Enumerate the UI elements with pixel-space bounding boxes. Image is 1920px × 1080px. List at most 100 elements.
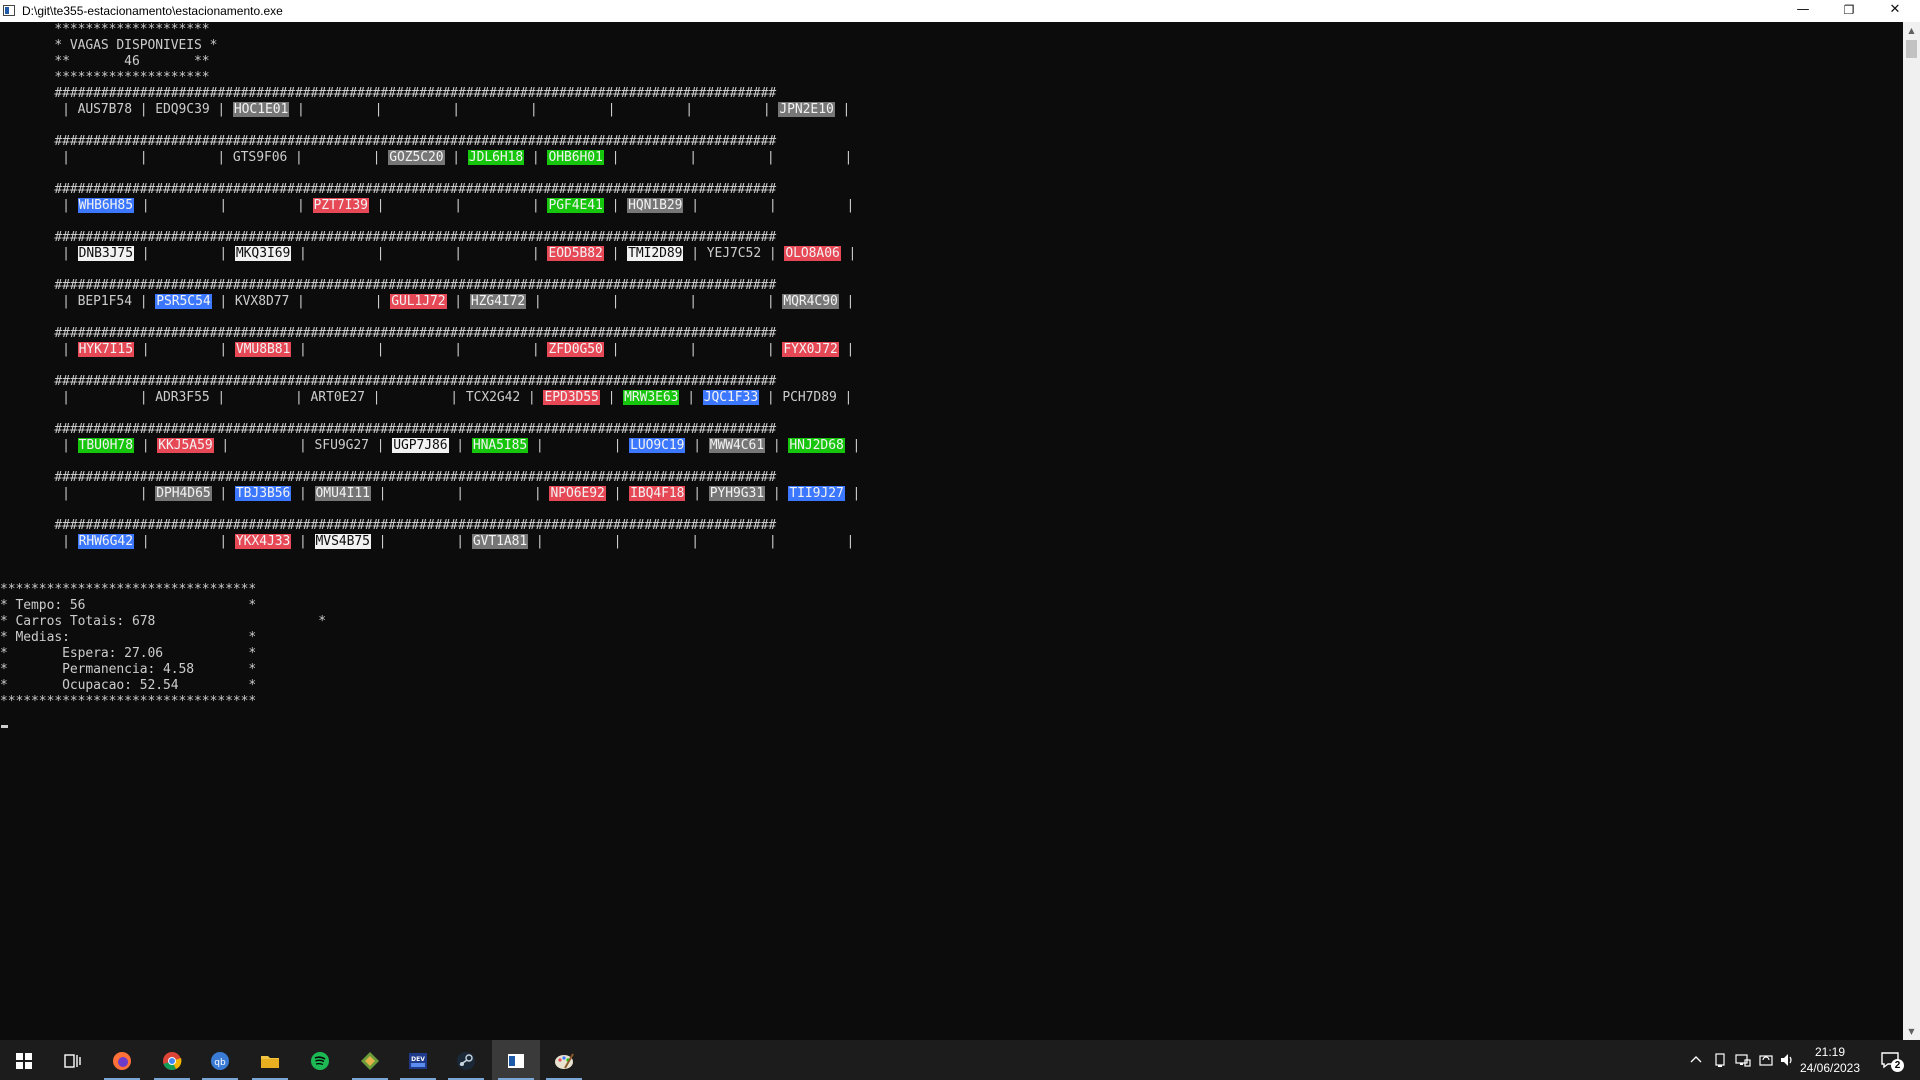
parking-spot-plate: TII9J27 <box>788 486 845 501</box>
parking-spot-plate: PCH7D89 <box>782 390 837 405</box>
parking-spot-plate: MKQ3I69 <box>234 246 292 261</box>
parking-spot-plate: TBJ3B56 <box>234 486 292 501</box>
start-icon <box>16 1053 32 1069</box>
parking-spot-plate: VMU8B81 <box>234 342 292 357</box>
file-explorer-icon <box>261 1056 279 1068</box>
parking-spot-plate: GVT1A81 <box>471 534 529 549</box>
stats-line: ********************************* <box>0 582 257 597</box>
volume-icon[interactable] <box>1779 1052 1795 1068</box>
parking-spot-plate: HNJ2D68 <box>788 438 845 453</box>
stats-line: * Medias: * <box>0 630 257 645</box>
notification-count-badge: 2 <box>1891 1059 1904 1072</box>
stats-line: * Espera: 27.06 * <box>0 646 257 661</box>
parking-spot-plate: WHB6H85 <box>77 198 134 213</box>
parking-spot-plate: PSR5C54 <box>155 294 212 309</box>
parking-spot-plate: PZT7I39 <box>312 198 369 213</box>
parking-spot-plate: EOD5B82 <box>547 246 604 261</box>
task-view-icon <box>64 1054 81 1068</box>
stats-line: * Ocupacao: 52.54 * <box>0 678 257 693</box>
clock[interactable]: 21:19 24/06/2023 <box>1795 1044 1865 1076</box>
parking-spot-plate: SFU9G27 <box>314 438 369 453</box>
parking-spot-plate: MQR4C90 <box>782 294 839 309</box>
window-title: D:\git\te355-estacionamento\estacionamen… <box>22 4 283 18</box>
taskbar-button-spotify[interactable] <box>296 1040 344 1080</box>
parking-row: | BEP1F54 | PSR5C54 | KVX8D77 | | GUL1J7… <box>0 294 863 309</box>
parking-spot-plate: UGP7J86 <box>392 438 449 453</box>
console-output-area[interactable]: ******************** * VAGAS DISPONIVEIS… <box>0 22 1903 1040</box>
taskbar-button-qbittorrent[interactable]: qb <box>196 1040 244 1080</box>
row-separator: ########################################… <box>0 278 777 293</box>
header-line: ******************** <box>0 22 210 37</box>
parking-spot-plate: GTS9F06 <box>232 150 288 165</box>
parking-spot-plate: BEP1F54 <box>77 294 132 309</box>
taskbar-button-devcpp[interactable]: DEV <box>394 1040 442 1080</box>
scroll-down-arrow-icon[interactable]: ▼ <box>1903 1023 1920 1040</box>
header-line: ** 46 ** <box>0 54 210 69</box>
parking-spot-plate: RHW6G42 <box>77 534 134 549</box>
taskbar-button-gitkraken[interactable] <box>346 1040 394 1080</box>
parking-spot-plate: HOC1E01 <box>232 102 290 117</box>
parking-spot-plate: AUS7B78 <box>77 102 132 117</box>
row-separator: ########################################… <box>0 182 777 197</box>
parking-spot-plate: OHB6H01 <box>547 150 604 165</box>
parking-spot-plate: TMI2D89 <box>627 246 684 261</box>
vertical-scrollbar[interactable]: ▲ ▼ <box>1903 22 1920 1040</box>
taskbar-button-firefox[interactable] <box>98 1040 146 1080</box>
restore-button[interactable]: ❐ <box>1826 0 1872 22</box>
parking-spot-plate: YKX4J33 <box>234 534 292 549</box>
row-separator: ########################################… <box>0 422 777 437</box>
parking-spot-plate: ZFD0G50 <box>547 342 604 357</box>
parking-spot-plate: JPN2E10 <box>778 102 835 117</box>
clock-date: 24/06/2023 <box>1799 1061 1861 1075</box>
taskbar-button-start[interactable] <box>0 1040 48 1080</box>
taskbar-button-steam[interactable] <box>442 1040 490 1080</box>
chrome-icon <box>163 1052 182 1070</box>
firefox-icon <box>113 1052 131 1070</box>
parking-spot-plate: ADR3F55 <box>155 390 210 405</box>
parking-row: | | ADR3F55 | | ART0E27 | | TCX2G42 | EP… <box>0 390 861 405</box>
parking-row: | WHB6H85 | | | PZT7I39 | | | PGF4E41 | … <box>0 198 863 213</box>
row-separator: ########################################… <box>0 470 777 485</box>
parking-row: | | DPH4D65 | TBJ3B56 | OMU4I11 | | | NP… <box>0 486 869 501</box>
scroll-up-arrow-icon[interactable]: ▲ <box>1903 22 1920 39</box>
parking-spot-plate: MWW4C61 <box>708 438 766 453</box>
parking-spot-plate: KVX8D77 <box>234 294 290 309</box>
device-icon[interactable] <box>1712 1052 1728 1068</box>
scroll-thumb[interactable] <box>1906 40 1917 58</box>
stats-line: ********************************* <box>0 694 257 709</box>
parking-row: | TBU0H78 | KKJ5A59 | | SFU9G27 | UGP7J8… <box>0 438 869 453</box>
parking-spot-plate: PYH9G31 <box>708 486 766 501</box>
taskbar-button-paint[interactable] <box>540 1040 588 1080</box>
taskbar-button-file-explorer[interactable] <box>246 1040 294 1080</box>
taskbar-button-task-view[interactable] <box>48 1040 96 1080</box>
parking-spot-plate: DNB3J75 <box>77 246 134 261</box>
taskbar-button-console-app[interactable] <box>492 1040 540 1080</box>
parking-spot-plate: GUL1J72 <box>390 294 447 309</box>
show-hidden-icons-chevron-icon[interactable] <box>1688 1052 1704 1068</box>
parking-spot-plate: MVS4B75 <box>314 534 371 549</box>
paint-icon <box>555 1053 574 1069</box>
parking-spot-plate: HYK7I15 <box>77 342 134 357</box>
window-title-bar[interactable]: D:\git\te355-estacionamento\estacionamen… <box>0 0 1920 22</box>
taskbar: qb DEV 21:19 24/06/2023 2 <box>0 1040 1920 1080</box>
row-separator: ########################################… <box>0 374 777 389</box>
parking-spot-plate: OLO8A06 <box>784 246 841 261</box>
parking-spot-plate: ART0E27 <box>310 390 365 405</box>
parking-row: | AUS7B78 | EDQ9C39 | HOC1E01 | | | | | … <box>0 102 859 117</box>
network-icon[interactable] <box>1735 1052 1751 1068</box>
taskbar-button-chrome[interactable] <box>148 1040 196 1080</box>
notification-center-button[interactable]: 2 <box>1868 1040 1916 1080</box>
minimize-button[interactable]: — <box>1780 0 1826 22</box>
console-window-icon <box>3 5 15 16</box>
parking-spot-plate: DPH4D65 <box>155 486 212 501</box>
parking-spot-plate: EPD3D55 <box>543 390 600 405</box>
parking-spot-plate: YEJ7C52 <box>706 246 762 261</box>
console-text: ******************** * VAGAS DISPONIVEIS… <box>0 22 868 710</box>
parking-spot-plate: TBU0H78 <box>77 438 134 453</box>
close-button[interactable]: ✕ <box>1872 0 1918 22</box>
stats-line: * Permanencia: 4.58 * <box>0 662 257 677</box>
stats-line: * Carros Totais: 678 * <box>0 614 326 629</box>
onedrive-sync-icon[interactable] <box>1758 1052 1774 1068</box>
parking-spot-plate: FYX0J72 <box>782 342 839 357</box>
svg-text:qb: qb <box>214 1058 226 1068</box>
